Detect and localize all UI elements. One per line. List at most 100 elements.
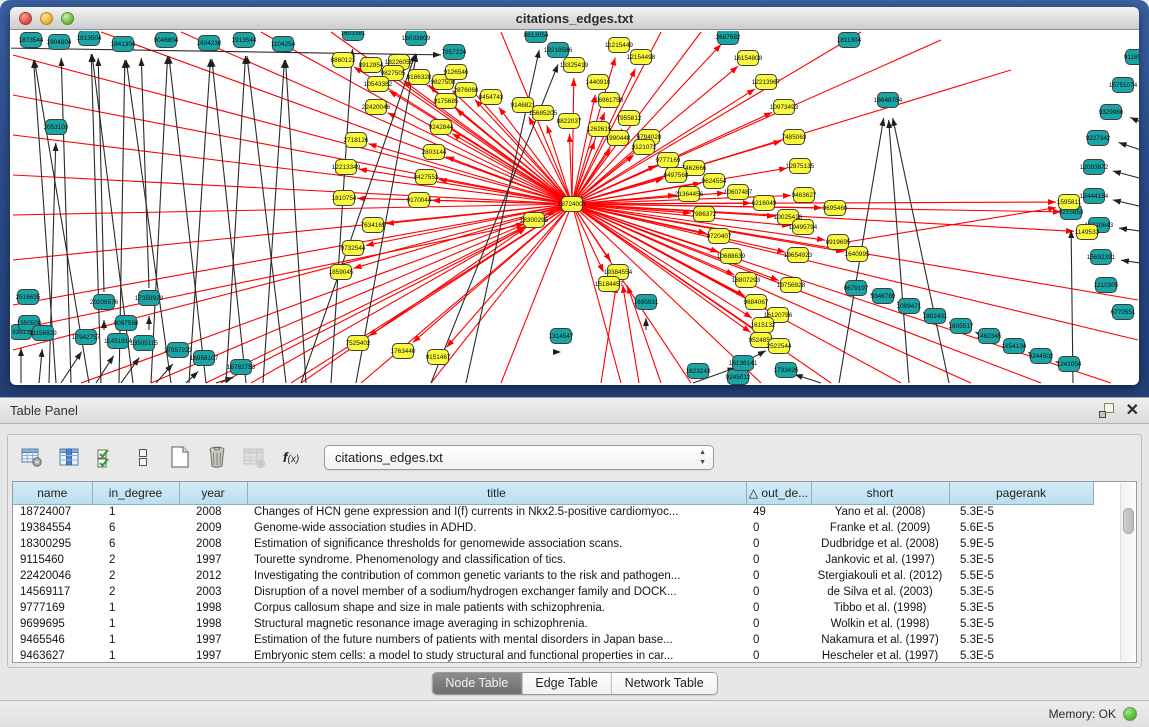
citation-edge-black[interactable] — [186, 371, 198, 383]
network-window-titlebar[interactable]: citations_edges.txt — [10, 7, 1139, 30]
network-node[interactable]: 1695931 — [634, 295, 659, 310]
network-node[interactable]: 15692391 — [1087, 250, 1116, 265]
network-node[interactable]: 9126546 — [444, 65, 469, 80]
network-window[interactable]: citations_edges.txt 18735441904804181350… — [10, 7, 1139, 385]
network-node[interactable]: 9732544 — [341, 241, 366, 256]
column-header-out_de[interactable]: △ out_de... — [746, 482, 811, 504]
table-row[interactable]: 1830029562008Estimation of significance … — [13, 536, 1093, 552]
network-node[interactable]: 2516635 — [16, 290, 41, 305]
network-node[interactable]: 22420046 — [362, 100, 391, 115]
delete-table-trash-icon[interactable] — [203, 443, 231, 471]
network-node[interactable]: 9242844 — [429, 120, 454, 135]
network-node[interactable]: 18807293 — [732, 273, 761, 288]
network-node[interactable]: 1241054 — [1057, 357, 1082, 372]
network-node[interactable]: 1904804 — [47, 35, 72, 50]
citation-edge-black[interactable] — [216, 377, 233, 383]
network-node[interactable]: 9684067 — [744, 295, 769, 310]
network-node[interactable]: 19495794 — [789, 220, 818, 235]
citation-edge-red[interactable] — [601, 285, 616, 383]
network-node[interactable]: 1854134 — [1002, 339, 1027, 354]
network-node[interactable]: 2718126 — [344, 133, 369, 148]
citation-edge-black[interactable] — [61, 58, 71, 383]
network-node[interactable]: 6497568 — [664, 168, 689, 183]
network-node[interactable]: 1640995 — [845, 247, 870, 262]
select-columns-icon[interactable] — [55, 443, 83, 471]
network-node[interactable]: 1763440 — [391, 344, 416, 359]
network-node[interactable]: 16136141 — [729, 356, 758, 371]
network-node[interactable]: 13325419 — [560, 58, 589, 73]
network-node[interactable]: 9624554 — [702, 174, 727, 189]
network-node[interactable]: 12213349 — [332, 160, 361, 175]
network-node[interactable]: 9227342 — [1086, 131, 1111, 146]
network-node[interactable]: 8186328 — [407, 70, 432, 85]
close-window-icon[interactable] — [19, 12, 32, 25]
citation-edge-black[interactable] — [1121, 260, 1139, 264]
network-node[interactable]: 9151467 — [426, 350, 451, 365]
network-node[interactable]: 8919695 — [826, 235, 851, 250]
network-node[interactable]: 7485063 — [782, 130, 807, 145]
table-row[interactable]: 946554611997Estimation of the future num… — [13, 632, 1093, 648]
minimize-window-icon[interactable] — [40, 12, 53, 25]
tab-edge-table[interactable]: Edge Table — [522, 673, 611, 694]
toggle-columns-icon[interactable] — [129, 443, 157, 471]
citation-edge-black[interactable] — [141, 58, 149, 288]
network-node[interactable]: 7857224 — [442, 45, 467, 60]
network-node[interactable]: 9346789 — [871, 289, 896, 304]
network-node[interactable]: 10607487 — [724, 185, 753, 200]
citation-edge-black[interactable] — [1113, 171, 1139, 180]
table-row[interactable]: 1872400712008Changes of HCN gene express… — [13, 504, 1093, 520]
network-node[interactable]: 11156829 — [29, 326, 57, 341]
citation-edge-black[interactable] — [39, 349, 42, 383]
citation-edge-red[interactable] — [13, 95, 572, 204]
network-node[interactable]: 16154808 — [734, 51, 763, 66]
network-node[interactable]: 7955812 — [617, 111, 642, 126]
network-node[interactable]: 17359928 — [135, 291, 164, 306]
citation-edge-black[interactable] — [1119, 228, 1139, 232]
citation-edge-red[interactable] — [572, 78, 574, 204]
citation-edge-black[interactable] — [96, 356, 114, 383]
network-canvas[interactable]: 1873544190480418135041841304904680416042… — [11, 31, 1138, 384]
network-node[interactable]: 20206576 — [90, 295, 119, 310]
network-node[interactable]: 19756928 — [777, 278, 806, 293]
create-table-icon[interactable] — [166, 443, 194, 471]
table-row[interactable]: 969969511998Structural magnetic resonanc… — [13, 616, 1093, 632]
network-node[interactable]: 19218586 — [544, 43, 573, 58]
network-node[interactable]: 6770551 — [1111, 305, 1136, 320]
network-node[interactable]: 9046804 — [154, 33, 179, 48]
citation-edge-black[interactable] — [189, 59, 210, 383]
network-node[interactable]: 15685205 — [529, 106, 558, 121]
network-node[interactable]: 9777169 — [656, 153, 681, 168]
network-node[interactable]: 2522544 — [767, 339, 792, 354]
network-node[interactable]: 6216049 — [752, 196, 777, 211]
network-node[interactable]: 1873544 — [19, 33, 44, 48]
table-settings-icon[interactable] — [18, 443, 46, 471]
network-node[interactable]: 8679197 — [844, 281, 869, 296]
network-node[interactable]: 1210305 — [1094, 278, 1119, 293]
network-node[interactable]: 1859045 — [329, 265, 354, 280]
network-node[interactable]: 15184457 — [595, 277, 624, 292]
float-panel-icon[interactable] — [1099, 403, 1114, 418]
network-node[interactable]: 1615132 — [751, 318, 776, 333]
memory-status-icon[interactable] — [1123, 707, 1137, 721]
network-node[interactable]: 9245012 — [726, 370, 751, 385]
table-panel-header[interactable]: Table Panel ✕ — [0, 397, 1149, 424]
citation-edge-red[interactable] — [501, 204, 572, 383]
table-row[interactable]: 2242004622012Investigating the contribut… — [13, 568, 1093, 584]
network-graph[interactable]: 1873544190480418135041841304904680416042… — [11, 31, 1139, 385]
network-node[interactable]: 15751074 — [1109, 78, 1138, 93]
citation-edge-black[interactable] — [795, 374, 821, 383]
network-node[interactable]: 10688639 — [717, 249, 746, 264]
network-node[interactable]: 9329966 — [1099, 105, 1124, 120]
network-node[interactable]: 1595811 — [1057, 195, 1082, 210]
table-selector[interactable]: citations_edges.txt ▲▼ — [324, 445, 714, 470]
network-node[interactable]: 9720407 — [707, 229, 732, 244]
network-node[interactable]: 9463627 — [792, 188, 817, 203]
citation-edge-red[interactable] — [431, 204, 572, 383]
show-checked-columns-icon[interactable] — [92, 443, 120, 471]
table-scrollbar[interactable] — [1120, 483, 1135, 661]
network-node[interactable]: 12444154 — [1080, 189, 1109, 204]
network-node[interactable]: 9097588 — [114, 316, 139, 331]
citation-edge-black[interactable] — [49, 143, 56, 383]
network-node[interactable]: 1733426 — [774, 363, 799, 378]
table-scrollbar-thumb[interactable] — [1123, 508, 1134, 534]
